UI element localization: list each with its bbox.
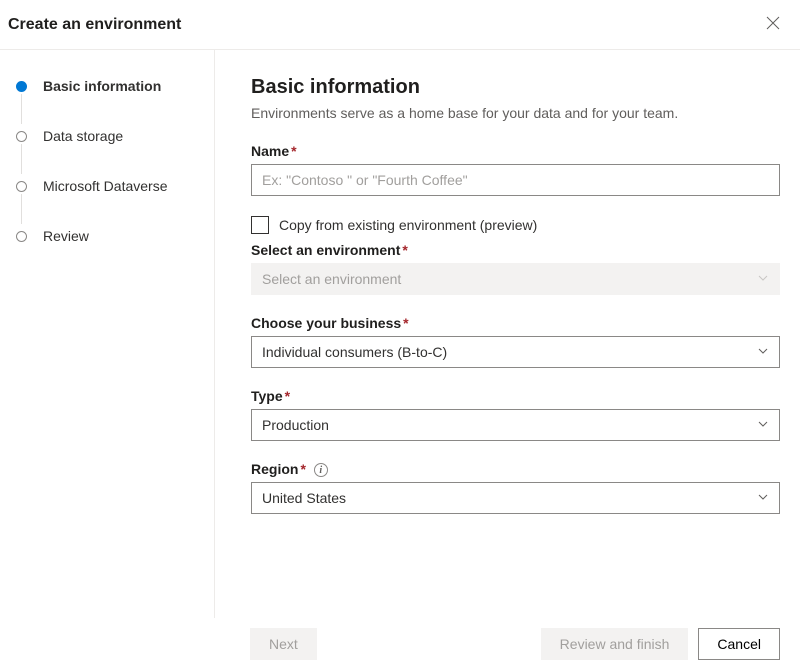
chevron-down-icon <box>757 344 769 360</box>
main-panel: Basic information Environments serve as … <box>215 50 800 618</box>
step-label: Data storage <box>43 128 123 144</box>
select-environment-label: Select an environment* <box>251 242 780 258</box>
name-label: Name* <box>251 143 780 159</box>
type-label: Type* <box>251 388 780 404</box>
info-icon[interactable]: i <box>314 463 328 477</box>
step-dot-icon <box>16 131 27 142</box>
step-review[interactable]: Review <box>16 228 202 244</box>
dialog-footer: Next Review and finish Cancel <box>0 616 800 672</box>
region-value: United States <box>262 490 346 506</box>
step-data-storage[interactable]: Data storage <box>16 128 202 178</box>
cancel-button[interactable]: Cancel <box>698 628 780 660</box>
page-subtitle: Environments serve as a home base for yo… <box>251 105 780 121</box>
close-icon <box>766 16 780 30</box>
chevron-down-icon <box>757 490 769 506</box>
next-button: Next <box>250 628 317 660</box>
type-dropdown[interactable]: Production <box>251 409 780 441</box>
chevron-down-icon <box>757 271 769 287</box>
region-label: Region* i <box>251 461 780 477</box>
select-environment-dropdown: Select an environment <box>251 263 780 295</box>
copy-existing-checkbox[interactable] <box>251 216 269 234</box>
review-and-finish-button: Review and finish <box>541 628 689 660</box>
page-heading: Basic information <box>251 76 780 99</box>
step-label: Basic information <box>43 78 161 94</box>
region-dropdown[interactable]: United States <box>251 482 780 514</box>
chevron-down-icon <box>757 417 769 433</box>
step-label: Microsoft Dataverse <box>43 178 167 194</box>
dialog-title: Create an environment <box>8 16 181 34</box>
business-value: Individual consumers (B-to-C) <box>262 344 447 360</box>
close-button[interactable] <box>762 12 784 37</box>
step-dot-icon <box>16 181 27 192</box>
step-dot-icon <box>16 81 27 92</box>
copy-existing-label[interactable]: Copy from existing environment (preview) <box>279 217 537 233</box>
step-basic-information[interactable]: Basic information <box>16 78 202 128</box>
name-input[interactable] <box>251 164 780 196</box>
type-value: Production <box>262 417 329 433</box>
step-label: Review <box>43 228 89 244</box>
business-dropdown[interactable]: Individual consumers (B-to-C) <box>251 336 780 368</box>
wizard-stepper: Basic information Data storage Microsoft… <box>0 50 215 618</box>
step-microsoft-dataverse[interactable]: Microsoft Dataverse <box>16 178 202 228</box>
business-label: Choose your business* <box>251 315 780 331</box>
select-environment-placeholder: Select an environment <box>262 271 401 287</box>
step-dot-icon <box>16 231 27 242</box>
